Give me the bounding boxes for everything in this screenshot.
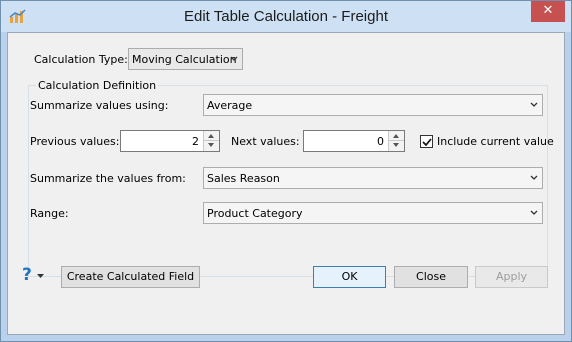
window-close-button[interactable]: ✕ [531,1,565,22]
include-current-checkbox[interactable] [420,135,433,148]
create-calculated-field-button[interactable]: Create Calculated Field [61,266,200,288]
range-label: Range: [30,207,69,220]
triangle-down-icon [208,143,214,147]
previous-values-label: Previous values: [30,135,120,148]
help-question-icon: ? [22,265,32,285]
window-title: Edit Table Calculation - Freight [184,8,388,25]
calc-type-select[interactable]: Moving Calculation [128,48,243,70]
title-bar[interactable]: Edit Table Calculation - Freight ✕ [1,1,571,32]
dialog-content: Calculation Type: Moving Calculation Cal… [7,32,565,335]
chevron-down-icon [530,175,538,180]
chevron-down-icon [230,56,238,61]
range-value: Product Category [207,207,303,220]
triangle-up-icon [393,134,399,138]
chevron-down-icon [530,210,538,215]
close-icon: ✕ [542,3,554,18]
summarize-from-value: Sales Reason [207,172,280,185]
triangle-down-icon [393,143,399,147]
chevron-down-icon [530,102,538,107]
previous-increment-button[interactable] [204,131,219,141]
calc-type-value: Moving Calculation [132,53,237,66]
checkmark-icon [422,138,432,147]
summarize-using-value: Average [207,99,253,112]
help-menu-button[interactable]: ? [20,265,50,287]
apply-button[interactable]: Apply [475,266,548,288]
group-title: Calculation Definition [36,79,159,92]
close-button[interactable]: Close [394,266,468,288]
next-increment-button[interactable] [389,131,404,141]
summarize-using-select[interactable]: Average [203,94,543,116]
ok-button[interactable]: OK [313,266,386,288]
next-decrement-button[interactable] [389,141,404,151]
triangle-up-icon [208,134,214,138]
dropdown-arrow-icon [37,274,44,278]
summarize-from-label: Summarize the values from: [30,172,186,185]
next-values-stepper[interactable]: 0 [303,130,405,152]
summarize-using-label: Summarize values using: [30,99,169,112]
summarize-from-select[interactable]: Sales Reason [203,167,543,189]
range-select[interactable]: Product Category [203,202,543,224]
dialog-window: Edit Table Calculation - Freight ✕ Calcu… [0,0,572,342]
include-current-label[interactable]: Include current value [437,135,554,148]
next-values-label: Next values: [231,135,300,148]
calc-type-label: Calculation Type: [34,53,128,66]
next-values-input[interactable]: 0 [377,135,384,148]
previous-decrement-button[interactable] [204,141,219,151]
previous-values-input[interactable]: 2 [192,135,199,148]
previous-values-stepper[interactable]: 2 [120,130,220,152]
